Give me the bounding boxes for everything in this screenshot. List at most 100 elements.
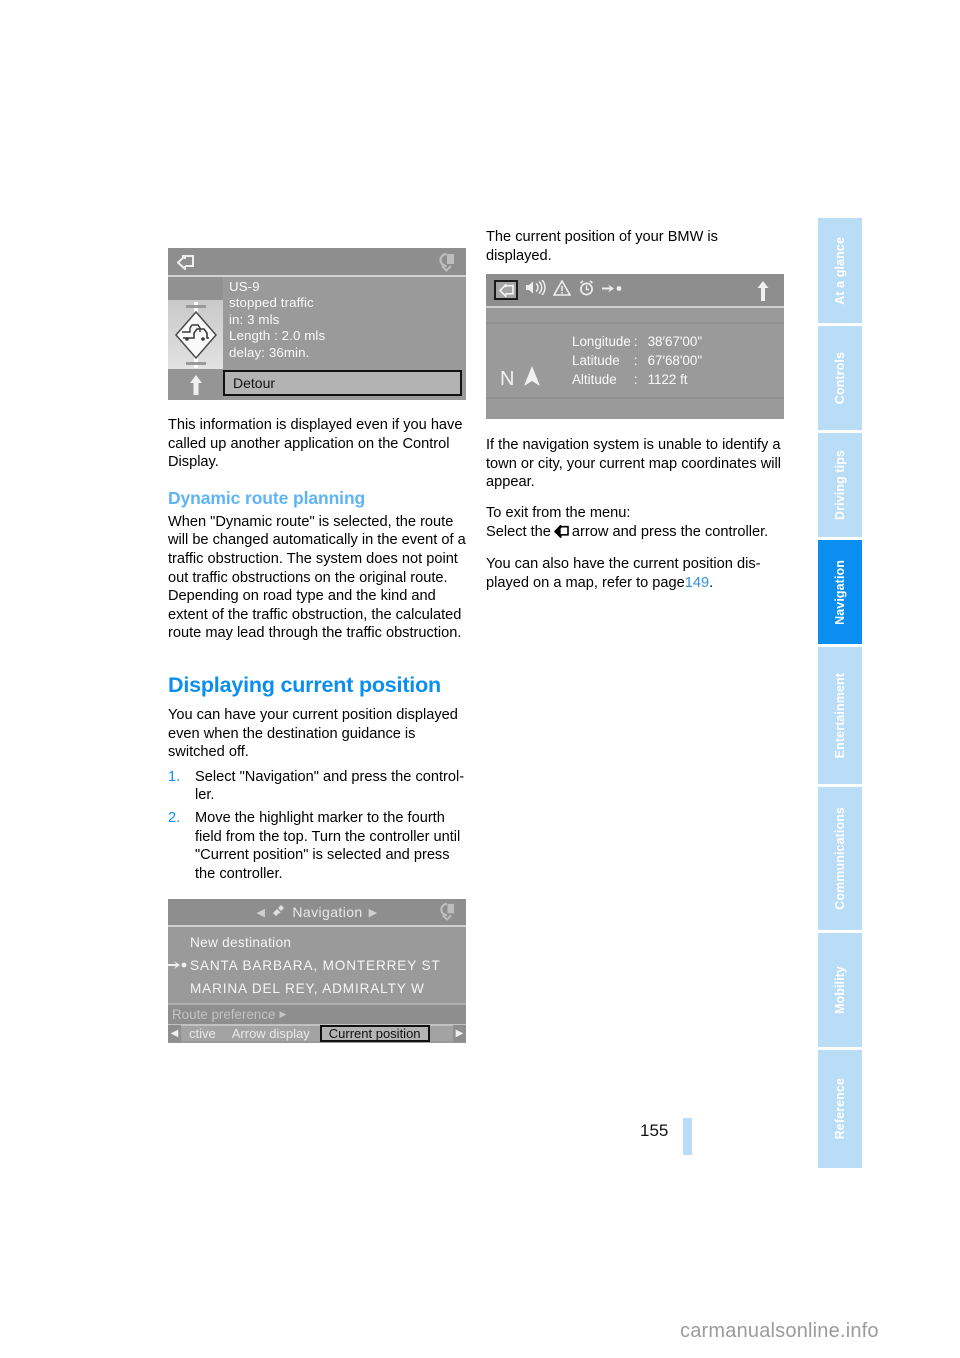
settings-gear-icon bbox=[438, 902, 456, 926]
option-arrow-display[interactable]: Arrow display bbox=[224, 1026, 318, 1041]
coord-label: Altitude bbox=[572, 372, 617, 388]
screenshot-toolbar bbox=[168, 248, 466, 277]
tab-label: Entertainment bbox=[832, 672, 847, 759]
tab-label: Navigation bbox=[832, 559, 847, 625]
coord-value: 67′68'00" bbox=[647, 353, 703, 369]
menu-item-route-preference[interactable]: Route preference ▶ bbox=[168, 1003, 466, 1025]
settings-gear-icon bbox=[437, 252, 456, 277]
screenshot-toolbar: ◀ Navigation ▶ bbox=[168, 899, 466, 928]
tab-label: Controls bbox=[832, 351, 847, 405]
paragraph-display-on-map: You can also have the current position d… bbox=[486, 555, 784, 592]
coord-colon: : bbox=[633, 372, 638, 388]
steps-list: 1. Select "Navigation" and press the con… bbox=[168, 768, 466, 884]
step-text: Select "Navigation" and press the contro… bbox=[195, 768, 465, 804]
menu-item-destination-2[interactable]: MARINA DEL REY, ADMIRALTY W bbox=[168, 977, 466, 1000]
step-text: Move the highlight marker to the fourth … bbox=[195, 809, 461, 882]
speaker-volume-icon bbox=[525, 279, 546, 300]
sidebar-tab-reference[interactable]: Reference bbox=[818, 1050, 862, 1168]
destination-arrow-icon bbox=[602, 281, 623, 299]
scroll-right-icon[interactable]: ▶ bbox=[453, 1025, 466, 1043]
sidebar-tab-entertainment[interactable]: Entertainment bbox=[818, 647, 862, 787]
left-text-column: US-9 stopped traffic in: 3 mls Length : … bbox=[168, 248, 466, 1044]
back-arrow-icon bbox=[553, 524, 570, 544]
scroll-left-icon[interactable]: ◀ bbox=[168, 1025, 181, 1043]
table-row: Latitude : 67′68'00" bbox=[572, 351, 705, 370]
coord-label: Latitude bbox=[572, 353, 620, 369]
screenshot-toolbar bbox=[486, 274, 784, 309]
destination-text: SANTA BARBARA, MONTERREY ST bbox=[190, 958, 441, 974]
chevron-right-icon: ▶ bbox=[279, 1009, 287, 1020]
page-reference-link[interactable]: 149 bbox=[685, 575, 709, 591]
tab-label: Mobility bbox=[832, 965, 847, 1015]
coordinates-body: N Longitude : 38′67'00" Latitude: 67′68… bbox=[486, 308, 784, 418]
navigation-satellite-icon bbox=[271, 904, 286, 921]
paragraph-unable-to-identify: If the navigation system is unable to id… bbox=[486, 437, 781, 491]
table-row: Altitude : 1122 ft bbox=[572, 370, 705, 389]
sidebar-tab-navigation[interactable]: Navigation bbox=[818, 540, 862, 647]
option-active[interactable]: ctive bbox=[181, 1026, 224, 1041]
tab-label: Communications bbox=[832, 807, 847, 910]
traffic-condition: stopped traffic bbox=[229, 295, 314, 311]
tab-label: Reference bbox=[832, 1078, 847, 1140]
sidebar-tab-at-a-glance[interactable]: At a glance bbox=[818, 218, 862, 326]
warning-triangle-icon bbox=[552, 279, 572, 301]
table-row: Longitude : 38′67'00" bbox=[572, 332, 705, 351]
tab-label: At a glance bbox=[832, 236, 847, 305]
chevron-right-icon: ▶ bbox=[368, 906, 378, 919]
sidebar-tab-driving-tips[interactable]: Driving tips bbox=[818, 433, 862, 540]
back-arrow-icon[interactable] bbox=[494, 280, 518, 301]
coord-label: Longitude bbox=[572, 334, 631, 350]
option-current-position-selected[interactable]: Current position bbox=[319, 1025, 430, 1043]
step-number: 2. bbox=[168, 809, 181, 826]
traffic-length: Length : 2.0 mls bbox=[229, 328, 326, 344]
manual-page: At a glance Controls Driving tips Naviga… bbox=[0, 0, 960, 1358]
chevron-left-icon: ◀ bbox=[256, 906, 266, 919]
coord-value: 38′67'00" bbox=[647, 334, 703, 350]
step-number: 1. bbox=[168, 768, 181, 785]
heading-displaying-current-position: Displaying current position bbox=[168, 672, 441, 697]
paragraph-exit-menu: To exit from the menu: Select the arrow a… bbox=[486, 504, 784, 543]
menu-item-new-destination[interactable]: New destination bbox=[168, 931, 466, 954]
traffic-delay: delay: 36min. bbox=[229, 344, 310, 360]
coord-colon: : bbox=[633, 353, 638, 369]
paragraph-current-position-displayed: The current position of your BMW is disp… bbox=[486, 229, 718, 264]
detour-button[interactable]: Detour bbox=[223, 370, 462, 396]
paragraph-info-displayed: This information is displayed even if yo… bbox=[168, 417, 463, 471]
heading-dynamic-route-planning: Dynamic route planning bbox=[168, 487, 366, 508]
tab-label: Driving tips bbox=[832, 450, 847, 520]
exit-menu-prefix: Select the bbox=[486, 523, 551, 540]
route-preference-label: Route preference bbox=[172, 1007, 276, 1023]
map-ref-prefix: You can also have the current position d… bbox=[486, 556, 761, 591]
traffic-distance: in: 3 mls bbox=[229, 311, 280, 327]
page-number: 155 bbox=[640, 1121, 669, 1140]
coordinates-table: Longitude : 38′67'00" Latitude : 67′68'0… bbox=[572, 332, 705, 389]
sidebar-tab-controls[interactable]: Controls bbox=[818, 326, 862, 433]
compass-needle-icon bbox=[522, 364, 542, 394]
traffic-icon-column bbox=[168, 277, 223, 400]
paragraph-current-position-intro: You can have your current position displ… bbox=[168, 706, 458, 761]
page-number-bar bbox=[683, 1118, 692, 1155]
back-arrow-icon bbox=[176, 253, 196, 276]
section-tabs: At a glance Controls Driving tips Naviga… bbox=[818, 218, 862, 1168]
straight-ahead-arrow-icon bbox=[168, 369, 223, 400]
coordinates-screenshot: N Longitude : 38′67'00" Latitude: 67′68… bbox=[486, 274, 784, 420]
compass-north-letter: N bbox=[500, 367, 515, 390]
option-strip: ◀ ctive Arrow display Current position ▶ bbox=[168, 1024, 466, 1043]
menu-list: New destination SANTA BARBARA, MONTERREY… bbox=[168, 927, 466, 1004]
site-watermark: carmanualsonline.info bbox=[680, 1320, 879, 1342]
screenshot-title: Navigation bbox=[292, 904, 363, 921]
sidebar-tab-mobility[interactable]: Mobility bbox=[818, 933, 862, 1050]
right-text-column: The current position of your BMW is disp… bbox=[486, 228, 784, 604]
exit-menu-suffix: arrow and press the controller. bbox=[571, 523, 769, 540]
map-ref-suffix: . bbox=[709, 574, 714, 591]
alarm-clock-icon bbox=[578, 280, 595, 301]
destination-arrow-icon bbox=[168, 954, 188, 977]
north-up-arrow-icon bbox=[756, 280, 770, 307]
sidebar-tab-communications[interactable]: Communications bbox=[818, 787, 862, 933]
compass-indicator: N bbox=[500, 364, 542, 394]
coord-colon: : bbox=[633, 334, 638, 350]
list-item: 2. Move the highlight marker to the four… bbox=[168, 809, 466, 883]
exit-menu-line1: To exit from the menu: bbox=[486, 504, 631, 521]
menu-item-destination-1[interactable]: SANTA BARBARA, MONTERREY ST bbox=[168, 954, 466, 977]
list-item: 1. Select "Navigation" and press the con… bbox=[168, 768, 466, 805]
